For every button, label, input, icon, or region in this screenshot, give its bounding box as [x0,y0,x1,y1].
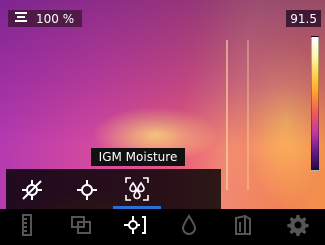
emissivity-button[interactable] [216,209,270,245]
measurement-submenu [6,169,221,209]
crosshair-button[interactable] [73,176,101,204]
mode-tooltip: IGM Moisture [91,148,185,166]
igm-moisture-button[interactable] [122,174,152,204]
thermal-edge [226,40,228,190]
crosshair-bracket-icon [123,213,147,241]
image-blend-button[interactable] [54,209,108,245]
ruler-icon [18,214,36,240]
settings-button[interactable] [270,209,324,245]
ruler-button[interactable] [0,209,54,245]
battery-indicator: 100 % [8,10,83,27]
crosshair-icon [75,178,99,202]
droplet-icon [181,214,197,240]
overlay-icon [70,215,92,239]
thermal-image-view: 100 % 91.5 IGM Moisture [0,0,325,245]
surface-icon [232,214,254,240]
battery-percent: 100 % [36,11,75,26]
crossed-crosshair-icon [20,178,44,202]
color-palette-scale [311,36,319,171]
laser-off-button[interactable] [18,176,46,204]
bottom-toolbar [0,209,325,245]
gear-icon [286,214,309,240]
spot-temperature: 91.5 [286,10,321,27]
battery-icon [14,11,28,26]
thermal-edge [247,40,249,190]
moisture-drops-icon [124,176,150,202]
measurement-button[interactable] [108,209,162,245]
humidity-button[interactable] [162,209,216,245]
